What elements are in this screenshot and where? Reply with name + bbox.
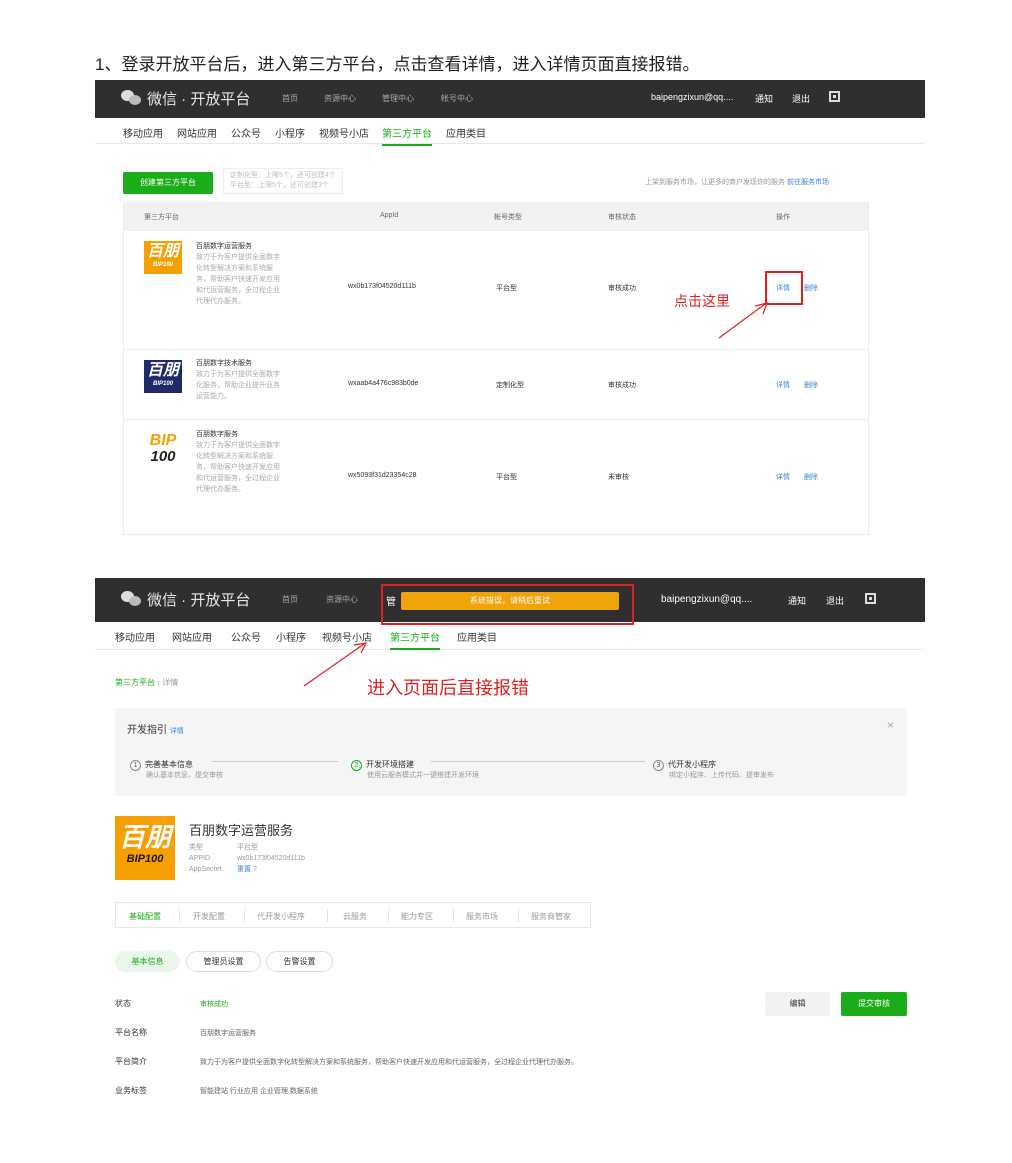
top-bar: 微信 · 开放平台 首页 资源中心 管理中心 帐号中心 baipengzixun… — [95, 80, 925, 118]
wechat-logo-icon — [121, 591, 141, 607]
platform-logo: 百朋 BIP100 — [144, 241, 182, 274]
subtab-admin-settings[interactable]: 管理员设置 — [186, 951, 261, 972]
brand[interactable]: 微信 · 开放平台 — [121, 589, 250, 610]
platform-logo: BIP 100 — [149, 432, 177, 465]
sub-nav: 移动应用 网站应用 公众号 小程序 视频号小店 第三方平台 应用类目 — [95, 622, 925, 650]
market-note: 上架到服务市场，让更多的商户发现你的服务 前往服务市场 — [645, 179, 829, 186]
instruction-heading: 1、登录开放平台后，进入第三方平台，点击查看详情，进入详情页面直接报错。 — [95, 55, 700, 74]
error-highlight-box — [381, 584, 634, 625]
config-tabs: 基础配置 开发配置 代开发小程序 云服务 能力专区 服务市场 服务商管家 — [115, 902, 591, 928]
tab-dev-config[interactable]: 开发配置 — [193, 911, 225, 922]
brand[interactable]: 微信 · 开放平台 — [121, 88, 250, 109]
tab-capabilities[interactable]: 能力专区 — [401, 911, 433, 922]
nav-resources[interactable]: 资源中心 — [326, 594, 358, 605]
notice-link[interactable]: 通知 — [788, 594, 806, 607]
step-divider — [431, 761, 645, 762]
tab-cloud-service[interactable]: 云服务 — [343, 911, 367, 922]
logout-link[interactable]: 退出 — [826, 594, 844, 607]
platform-name-value: 百朋数字运营服务 — [200, 1030, 256, 1037]
platform-meta: 类型 平台型 APPID wx0b173f04520d111b AppSecret 重… — [189, 844, 305, 873]
subnav-official-account[interactable]: 公众号 — [231, 125, 261, 140]
table-row: BIP 100 百朋数字服务 致力于为客户提供全面数字化转型解决方案和系统服务，帮… — [124, 419, 868, 534]
quota-hint: 定制化型：上限5个，还可创建4个 平台型：上限5个，还可创建3个 — [223, 168, 343, 194]
close-icon[interactable]: × — [887, 718, 894, 732]
platform-intro-value: 致力于为客户提供全面数字化转型解决方案和系统服务，帮助客户快速开发应用和代运营服… — [200, 1059, 578, 1066]
delete-link[interactable]: 删除 — [804, 472, 818, 482]
status-value: 审核成功 — [200, 1001, 228, 1008]
field-label: 业务标签 — [115, 1086, 147, 1095]
tab-basic-config[interactable]: 基础配置 — [129, 911, 161, 922]
guide-title: 开发指引 详情 — [127, 725, 184, 736]
guide-step-2: 2 开发环境搭建 使用云服务模式并一键搭建开发环境 — [351, 754, 479, 779]
wechat-logo-icon — [121, 90, 141, 106]
guide-step-3: 3 代开发小程序 绑定小程序、上传代码、提审发布 — [653, 754, 774, 779]
annotation-arrow — [303, 642, 368, 687]
subnav-third-party[interactable]: 第三方平台 — [390, 629, 440, 650]
subnav-website-app[interactable]: 网站应用 — [177, 125, 217, 140]
subnav-app-category[interactable]: 应用类目 — [446, 125, 486, 140]
platform-name: 百朋数字运营服务 — [189, 823, 294, 838]
detail-page-screenshot: 微信 · 开放平台 首页 资源中心 管 系统错误，请稍后重试 baipengzi… — [95, 578, 925, 1108]
step-divider — [212, 761, 338, 762]
guide-step-1: 1 完善基本信息 确认基本信息、提交审核 — [130, 754, 223, 779]
field-label: 平台简介 — [115, 1057, 147, 1066]
table-header: 第三方平台 AppId 帐号类型 审核状态 操作 — [124, 203, 868, 230]
account-email[interactable]: baipengzixun@qq.... — [661, 594, 752, 605]
subnav-mini-program[interactable]: 小程序 — [275, 125, 305, 140]
subnav-third-party[interactable]: 第三方平台 — [382, 125, 432, 146]
subnav-official-account[interactable]: 公众号 — [231, 629, 261, 644]
create-platform-button[interactable]: 创建第三方平台 — [123, 172, 213, 194]
platform-logo: 百朋 BIP100 — [144, 360, 182, 393]
account-email[interactable]: baipengzixun@qq.... — [651, 92, 733, 102]
notice-link[interactable]: 通知 — [755, 92, 773, 105]
sub-nav: 移动应用 网站应用 公众号 小程序 视频号小店 第三方平台 应用类目 — [95, 118, 925, 146]
table-row: 百朋 BIP100 百朋数字技术服务 致力于为客户提供全面数字化服务，帮助企业提升… — [124, 349, 868, 419]
guide-detail-link[interactable]: 详情 — [170, 728, 184, 735]
help-icon[interactable]: ? — [253, 866, 257, 873]
list-page-screenshot: 微信 · 开放平台 首页 资源中心 管理中心 帐号中心 baipengzixun… — [95, 80, 925, 550]
nav-home[interactable]: 首页 — [282, 594, 298, 605]
field-label: 平台名称 — [115, 1028, 147, 1037]
platform-logo: 百朋 BIP100 — [115, 816, 175, 880]
error-annotation: 进入页面后直接报错 — [367, 678, 529, 698]
subnav-mobile-app[interactable]: 移动应用 — [115, 629, 155, 644]
platform-table: 第三方平台 AppId 帐号类型 审核状态 操作 百朋 BIP100 百朋数字运营… — [123, 202, 869, 535]
subnav-mobile-app[interactable]: 移动应用 — [123, 125, 163, 140]
nav-management[interactable]: 管理中心 — [382, 93, 414, 104]
delete-link[interactable]: 删除 — [804, 380, 818, 390]
annotation-arrow — [718, 302, 768, 339]
tab-service-market[interactable]: 服务市场 — [466, 911, 498, 922]
subnav-channel-store[interactable]: 视频号小店 — [319, 125, 369, 140]
submit-review-button[interactable]: 提交审核 — [841, 992, 907, 1016]
qrcode-icon[interactable] — [865, 593, 876, 604]
dev-guide-panel: 开发指引 详情 × 1 完善基本信息 确认基本信息、提交审核 2 开发环境搭建 使用云服… — [115, 708, 907, 796]
subtab-alert-settings[interactable]: 告警设置 — [266, 951, 333, 972]
logout-link[interactable]: 退出 — [792, 92, 810, 105]
field-label: 状态 — [115, 999, 131, 1008]
business-tags-value: 智能建站 行业应用 企业管理 数据系统 — [200, 1088, 318, 1095]
subnav-app-category[interactable]: 应用类目 — [457, 629, 497, 644]
subnav-website-app[interactable]: 网站应用 — [172, 629, 212, 644]
delete-link[interactable]: 删除 — [804, 283, 818, 293]
subtab-basic-info[interactable]: 基本信息 — [115, 951, 180, 972]
qrcode-icon[interactable] — [829, 91, 840, 102]
reset-secret-link[interactable]: 重置 — [237, 866, 251, 873]
tab-service-manager[interactable]: 服务商管家 — [531, 911, 571, 922]
market-link[interactable]: 前往服务市场 — [787, 179, 829, 186]
breadcrumb: 第三方平台 › 详情 — [115, 678, 179, 687]
edit-button[interactable]: 编辑 — [765, 992, 830, 1016]
nav-resources[interactable]: 资源中心 — [324, 93, 356, 104]
detail-link[interactable]: 详情 — [776, 380, 790, 390]
breadcrumb-root[interactable]: 第三方平台 — [115, 678, 155, 687]
nav-account[interactable]: 帐号中心 — [441, 93, 473, 104]
nav-home[interactable]: 首页 — [282, 93, 298, 104]
tab-mini-program-dev[interactable]: 代开发小程序 — [257, 911, 305, 922]
detail-link[interactable]: 详情 — [776, 472, 790, 482]
